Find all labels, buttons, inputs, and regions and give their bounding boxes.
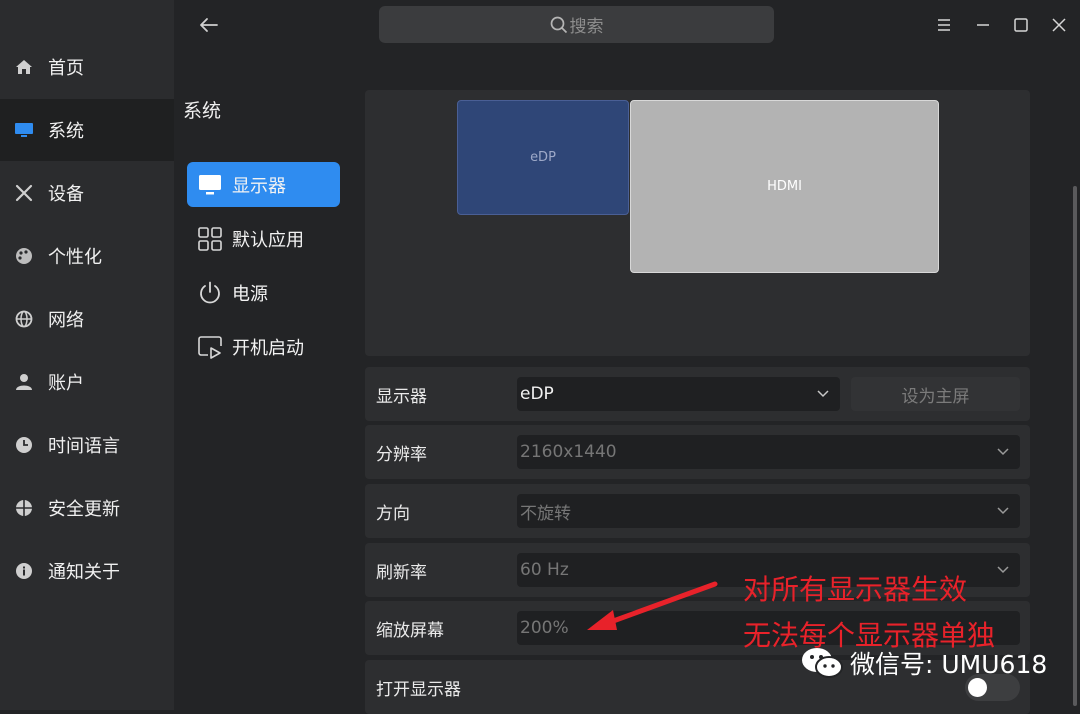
back-arrow-icon[interactable] xyxy=(196,12,222,38)
sidebar-item-label: 设备 xyxy=(48,184,84,205)
select-value: 不旋转 xyxy=(520,503,571,524)
subnav-item-label: 电源 xyxy=(232,283,268,305)
sidebar-item-security-update[interactable]: 安全更新 xyxy=(0,477,174,539)
subnav-item-label: 显示器 xyxy=(232,175,286,197)
watermark: 微信号: UMU618 xyxy=(800,645,1047,681)
user-icon xyxy=(14,372,34,392)
info-icon xyxy=(14,561,34,581)
orientation-select[interactable]: 不旋转 xyxy=(517,494,1020,528)
sidebar-item-personalization[interactable]: 个性化 xyxy=(0,225,174,287)
subnav-item-label: 默认应用 xyxy=(232,229,304,251)
close-icon[interactable] xyxy=(1048,14,1070,36)
monitor-icon xyxy=(14,120,34,140)
title-bar: 搜索 xyxy=(174,0,1080,52)
clock-icon xyxy=(14,435,34,455)
set-primary-button[interactable]: 设为主屏 xyxy=(851,377,1020,411)
select-value: eDP xyxy=(520,384,554,404)
autostart-icon xyxy=(197,334,222,359)
search-placeholder: 搜索 xyxy=(569,17,604,37)
search-input[interactable]: 搜索 xyxy=(379,6,774,43)
display-select[interactable]: eDP xyxy=(517,377,840,411)
search-icon xyxy=(550,16,568,34)
sidebar-item-notifications-about[interactable]: 通知关于 xyxy=(0,540,174,602)
sidebar-item-label: 系统 xyxy=(48,121,84,142)
scrollbar[interactable] xyxy=(1073,186,1077,706)
setting-label: 分辨率 xyxy=(376,444,427,465)
sidebar-item-network[interactable]: 网络 xyxy=(0,288,174,350)
shield-icon xyxy=(14,498,34,518)
annotation-arrow xyxy=(587,581,718,630)
setting-label: 打开显示器 xyxy=(376,679,461,700)
sidebar-item-label: 时间语言 xyxy=(48,436,120,457)
sidebar-item-label: 通知关于 xyxy=(48,562,120,583)
globe-icon xyxy=(14,309,34,329)
home-icon xyxy=(14,57,34,77)
subnav-item-power[interactable]: 电源 xyxy=(187,270,340,315)
setting-row-display: 显示器 eDP 设为主屏 xyxy=(365,367,1030,421)
setting-label: 刷新率 xyxy=(376,562,427,583)
select-value: 2160x1440 xyxy=(520,442,617,462)
monitor-edp[interactable]: eDP xyxy=(457,100,629,215)
subnav-item-label: 开机启动 xyxy=(232,337,304,359)
monitor-hdmi[interactable]: HDMI xyxy=(630,100,939,273)
sidebar-item-devices[interactable]: 设备 xyxy=(0,162,174,224)
setting-row-resolution: 分辨率 2160x1440 xyxy=(365,425,1030,479)
chevron-down-icon xyxy=(814,385,832,403)
minimize-icon[interactable] xyxy=(972,14,994,36)
chevron-down-icon xyxy=(994,443,1012,461)
setting-label: 显示器 xyxy=(376,386,427,407)
apps-grid-icon xyxy=(197,226,222,251)
select-value: 60 Hz xyxy=(520,560,569,580)
menu-icon[interactable] xyxy=(933,14,955,36)
subnav-item-display[interactable]: 显示器 xyxy=(187,162,340,207)
maximize-icon[interactable] xyxy=(1010,14,1032,36)
subnav-item-default-apps[interactable]: 默认应用 xyxy=(187,216,340,261)
sidebar-item-system[interactable]: 系统 xyxy=(0,99,174,161)
sidebar-item-label: 个性化 xyxy=(48,247,102,268)
display-icon xyxy=(197,172,222,197)
palette-icon xyxy=(14,246,34,266)
sidebar-item-account[interactable]: 账户 xyxy=(0,351,174,413)
select-value: 200% xyxy=(520,618,569,638)
watermark-text: 微信号: UMU618 xyxy=(850,650,1048,679)
sidebar-item-label: 账户 xyxy=(48,373,84,394)
sidebar-item-home[interactable]: 首页 xyxy=(0,36,174,98)
subnav-item-autostart[interactable]: 开机启动 xyxy=(187,324,340,369)
chevron-down-icon xyxy=(994,502,1012,520)
setting-label: 方向 xyxy=(376,503,410,524)
annotation-line-1: 对所有显示器生效 xyxy=(743,573,968,606)
sidebar-item-time-language[interactable]: 时间语言 xyxy=(0,414,174,476)
setting-row-orientation: 方向 不旋转 xyxy=(365,484,1030,538)
sidebar-item-label: 首页 xyxy=(48,58,84,79)
sidebar-item-label: 网络 xyxy=(48,310,84,331)
section-title: 系统 xyxy=(183,100,222,122)
sidebar: 首页 系统 设备 个性化 网络 账户 时间语言 安全更新 通知关于 xyxy=(0,0,174,710)
tools-icon xyxy=(14,183,34,203)
sidebar-item-label: 安全更新 xyxy=(48,499,120,520)
power-icon xyxy=(197,280,222,305)
chevron-down-icon xyxy=(994,561,1012,579)
resolution-select[interactable]: 2160x1440 xyxy=(517,435,1020,469)
wechat-icon xyxy=(802,648,843,678)
setting-label: 缩放屏幕 xyxy=(376,620,444,641)
